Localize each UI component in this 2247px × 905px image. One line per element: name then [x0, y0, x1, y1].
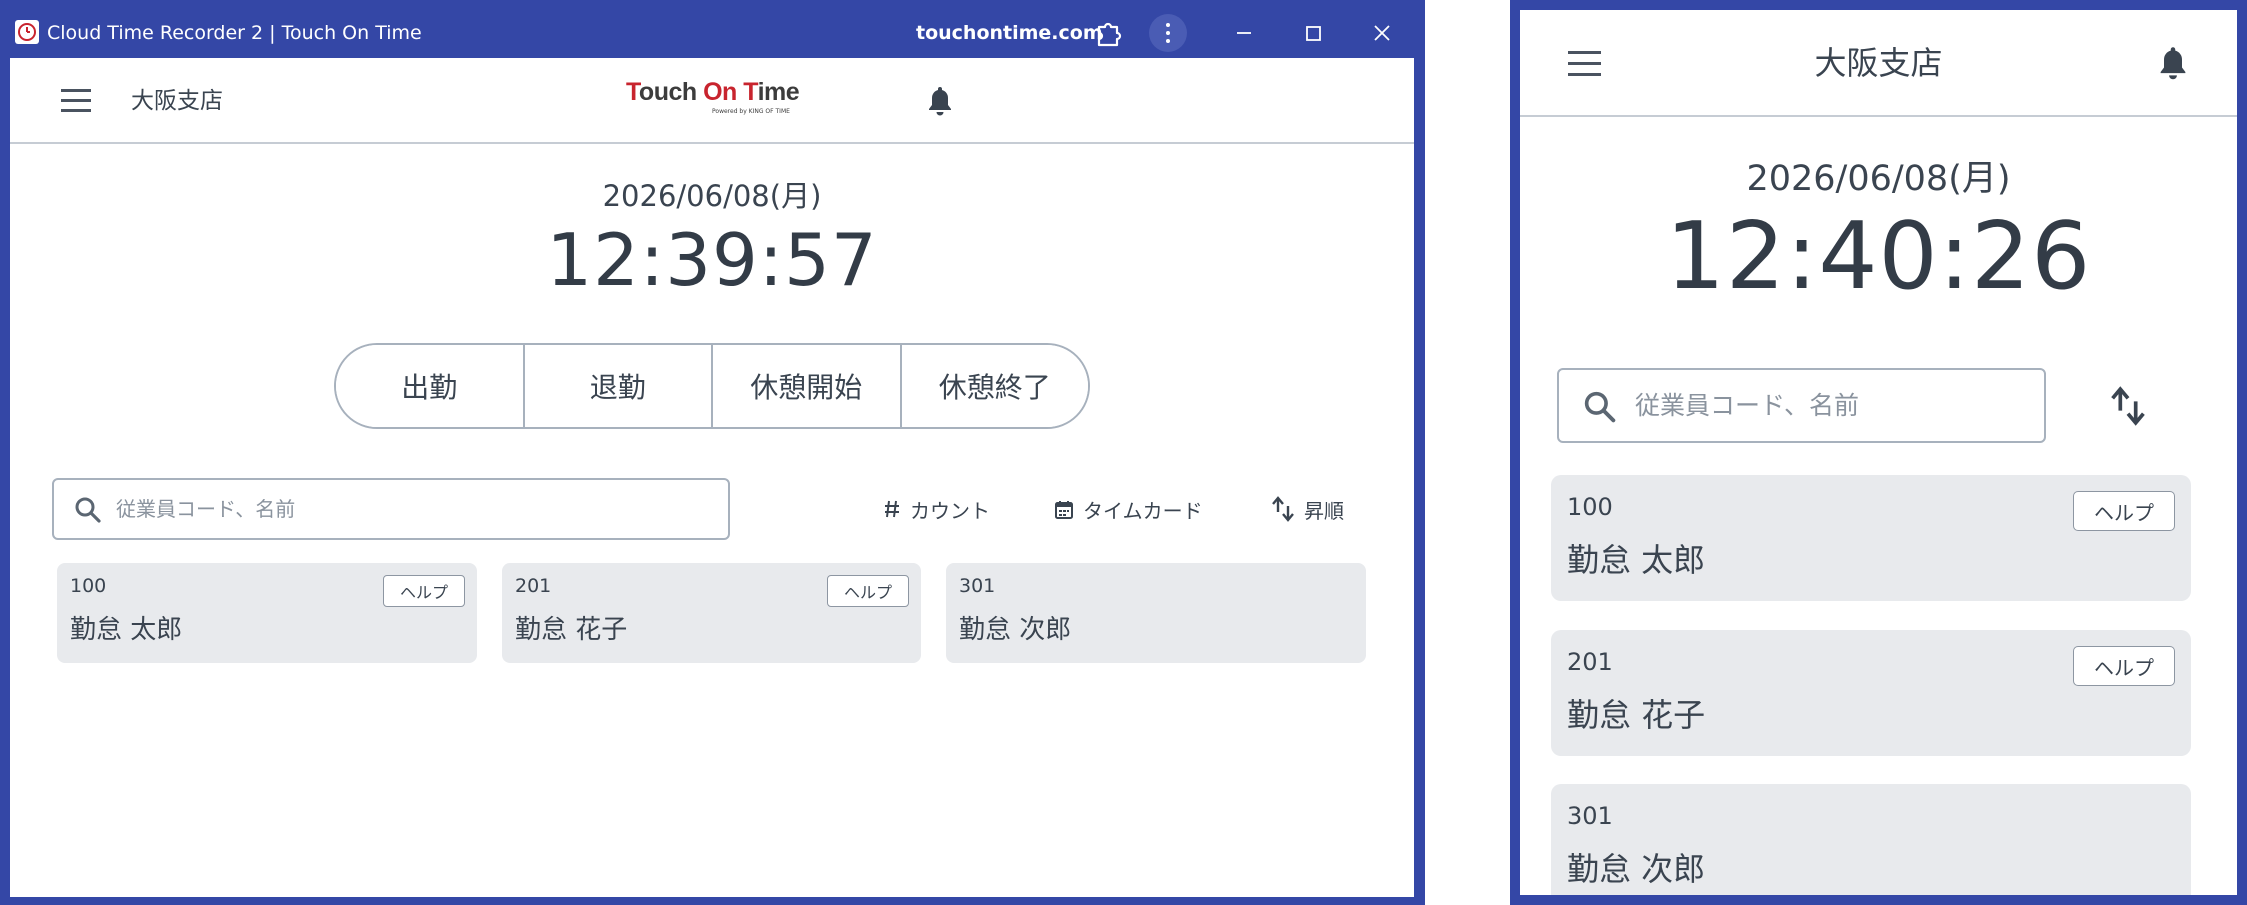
touch-on-time-logo: Touch On Time Powered by KING OF TIME	[626, 78, 800, 115]
mobile-frame: 大阪支店 2026/06/08(月) 12:40:26 従業員コード、名前 10…	[1510, 0, 2247, 905]
employee-code: 301	[959, 575, 996, 597]
browser-menu-button[interactable]	[1149, 14, 1187, 52]
employee-search-input[interactable]	[114, 480, 714, 538]
close-icon	[1374, 25, 1390, 41]
current-time: 12:39:57	[546, 218, 878, 302]
desktop-page: 大阪支店 Touch On Time Powered by KING OF TI…	[10, 58, 1414, 897]
window-domain: touchontime.com	[916, 22, 1103, 44]
app-clock-icon	[15, 20, 39, 44]
employee-card[interactable]: 301 勤怠 次郎	[1551, 784, 2191, 895]
sort-button[interactable]: 昇順	[1272, 478, 1344, 540]
current-date: 2026/06/08(月)	[602, 179, 822, 213]
window-title: Cloud Time Recorder 2 | Touch On Time	[47, 22, 422, 44]
count-label: カウント	[910, 498, 990, 523]
employee-search-input[interactable]	[1633, 370, 2033, 441]
mobile-header: 大阪支店	[1520, 10, 2237, 117]
employee-name: 勤怠 太郎	[1567, 541, 1706, 579]
employee-name: 勤怠 太郎	[70, 615, 183, 645]
app-window: Cloud Time Recorder 2 | Touch On Time to…	[0, 0, 1425, 905]
employee-name: 勤怠 次郎	[1567, 850, 1706, 888]
break-end-button[interactable]: 休憩終了	[899, 345, 1088, 427]
search-icon	[75, 497, 101, 523]
clock-in-button[interactable]: 出勤	[336, 345, 523, 427]
break-start-button[interactable]: 休憩開始	[711, 345, 900, 427]
close-button[interactable]	[1363, 14, 1401, 52]
help-button[interactable]: ヘルプ	[383, 575, 465, 607]
employee-code: 100	[1567, 493, 1613, 521]
search-icon	[1584, 391, 1616, 423]
employee-code: 100	[70, 575, 107, 597]
hamburger-icon[interactable]	[61, 89, 91, 113]
dot-icon	[1166, 23, 1170, 27]
store-name: 大阪支店	[131, 88, 223, 114]
employee-card[interactable]: 100 勤怠 太郎 ヘルプ	[57, 563, 477, 663]
dot-icon	[1166, 39, 1170, 43]
mobile-page: 大阪支店 2026/06/08(月) 12:40:26 従業員コード、名前 10…	[1520, 10, 2237, 895]
employee-name: 勤怠 花子	[515, 615, 628, 645]
employee-name: 勤怠 花子	[1567, 696, 1706, 734]
sort-arrows-icon[interactable]	[2110, 386, 2146, 426]
current-time: 12:40:26	[1665, 202, 2092, 310]
bell-icon[interactable]	[2157, 45, 2189, 81]
punch-button-group: 出勤 退勤 休憩開始 休憩終了	[334, 343, 1090, 429]
maximize-icon	[1306, 26, 1321, 41]
calendar-icon	[1055, 500, 1073, 519]
window-titlebar: Cloud Time Recorder 2 | Touch On Time to…	[0, 0, 1425, 58]
clock-out-button[interactable]: 退勤	[522, 345, 711, 427]
employee-name: 勤怠 次郎	[959, 615, 1072, 645]
dot-icon	[1166, 31, 1170, 35]
employee-card[interactable]: 100 勤怠 太郎 ヘルプ	[1551, 475, 2191, 601]
bell-icon[interactable]	[926, 85, 954, 117]
employee-search-box	[1557, 368, 2046, 443]
app-header: 大阪支店 Touch On Time Powered by KING OF TI…	[10, 58, 1414, 144]
employee-search-box	[52, 478, 730, 540]
hamburger-icon[interactable]	[1568, 51, 1601, 77]
help-button[interactable]: ヘルプ	[827, 575, 909, 607]
minimize-icon	[1237, 32, 1251, 34]
sort-label: 昇順	[1304, 498, 1344, 523]
help-button[interactable]: ヘルプ	[2073, 491, 2175, 531]
help-button[interactable]: ヘルプ	[2073, 646, 2175, 686]
employee-card[interactable]: 301 勤怠 次郎	[946, 563, 1366, 663]
sort-arrows-icon	[1272, 496, 1294, 522]
employee-code: 201	[515, 575, 552, 597]
timecard-button[interactable]: タイムカード	[1055, 478, 1203, 540]
maximize-button[interactable]	[1294, 14, 1332, 52]
puzzle-icon[interactable]	[1093, 18, 1123, 48]
store-name: 大阪支店	[1814, 44, 1943, 82]
timecard-label: タイムカード	[1083, 498, 1203, 523]
employee-code: 301	[1567, 802, 1613, 830]
count-button[interactable]: カウント	[884, 478, 990, 540]
employee-code: 201	[1567, 648, 1613, 676]
employee-card[interactable]: 201 勤怠 花子 ヘルプ	[1551, 630, 2191, 756]
current-date: 2026/06/08(月)	[1746, 159, 2011, 199]
employee-card[interactable]: 201 勤怠 花子 ヘルプ	[502, 563, 921, 663]
hash-icon	[885, 500, 899, 518]
minimize-button[interactable]	[1225, 14, 1263, 52]
